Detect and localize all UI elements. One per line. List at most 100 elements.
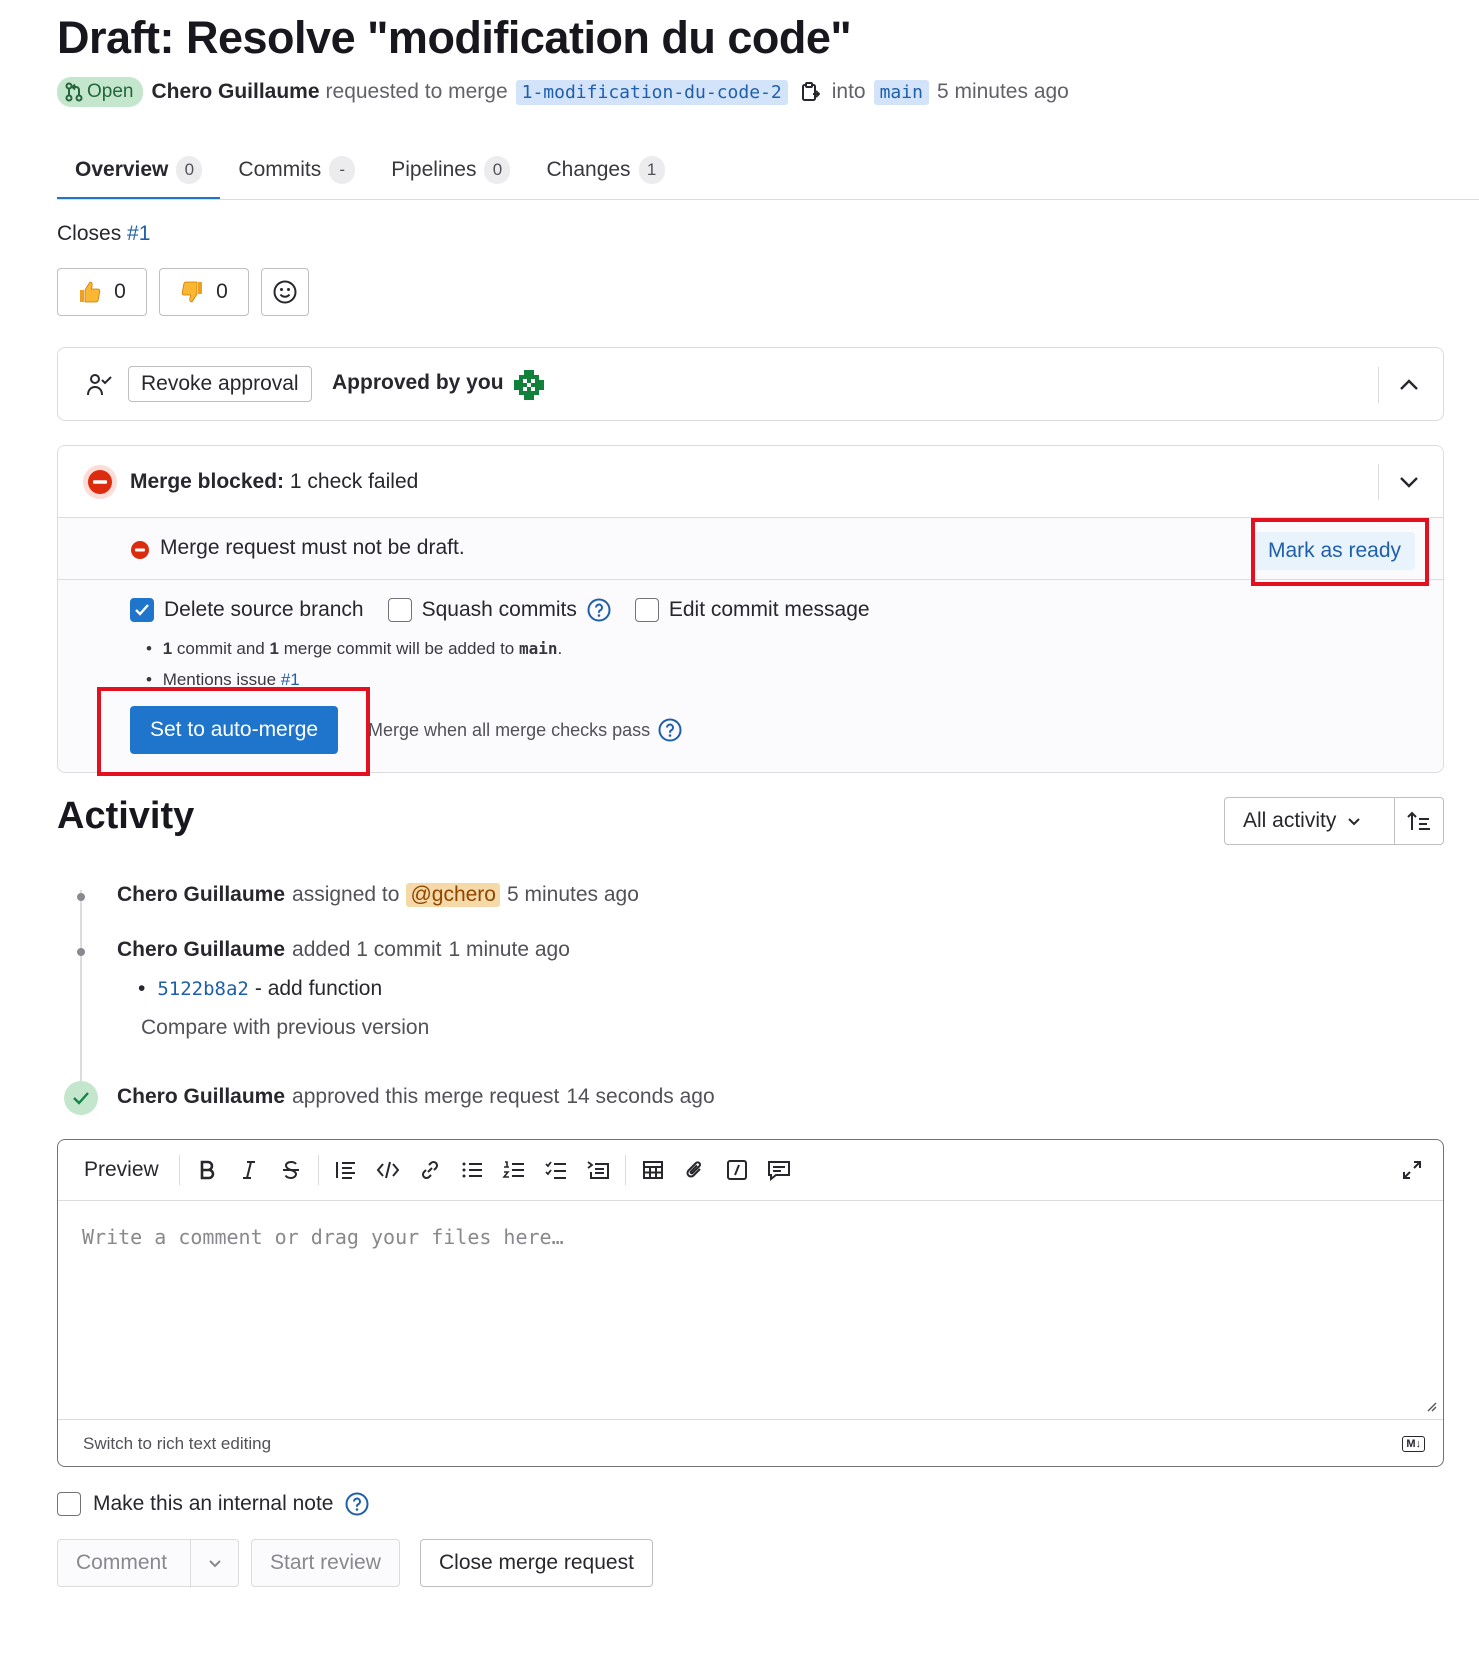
activity-heading: Activity — [57, 795, 195, 837]
user-mention[interactable]: @gchero — [406, 883, 500, 907]
thumbs-up-button[interactable]: 0 — [57, 268, 147, 316]
activity-time: 5 minutes ago — [506, 883, 639, 906]
internal-note-option[interactable]: Make this an internal note — [57, 1492, 369, 1516]
author-name[interactable]: Chero Guillaume — [151, 80, 319, 104]
compare-version-link[interactable]: Compare with previous version — [141, 1016, 429, 1040]
internal-note-checkbox[interactable] — [57, 1492, 81, 1516]
timeline-dot — [77, 893, 85, 901]
timeline-dot — [77, 948, 85, 956]
link-icon[interactable] — [409, 1150, 451, 1190]
tab-label: Overview — [75, 158, 169, 181]
merge-commit-count: 1 — [269, 639, 279, 658]
activity-text: assigned to — [292, 883, 400, 906]
thumbs-down-icon — [180, 280, 204, 304]
merge-options: Delete source branch Squash commits Edit… — [130, 598, 870, 622]
tab-overview[interactable]: Overview 0 — [57, 140, 221, 200]
chevron-up-icon[interactable] — [1395, 371, 1423, 399]
time-ago: 5 minutes ago — [936, 80, 1069, 103]
toolbar-divider — [178, 1155, 180, 1185]
code-icon[interactable] — [367, 1150, 409, 1190]
tab-count: 0 — [176, 156, 203, 184]
activity-controls: All activity — [1224, 797, 1444, 845]
activity-time: 1 minute ago — [448, 938, 570, 961]
page-title: Draft: Resolve "modification du code" — [57, 12, 852, 63]
merge-request-icon — [65, 82, 83, 102]
add-reaction-button[interactable] — [261, 268, 309, 316]
preview-button[interactable]: Preview — [84, 1158, 159, 1182]
strikethrough-icon[interactable] — [270, 1150, 312, 1190]
closes-label: Closes — [57, 222, 122, 245]
activity-filter-dropdown[interactable]: All activity — [1225, 798, 1395, 844]
delete-source-branch-checkbox[interactable] — [130, 598, 154, 622]
delete-source-branch-option[interactable]: Delete source branch — [130, 598, 364, 622]
activity-text: approved this merge request — [292, 1085, 560, 1108]
toolbar-divider — [624, 1155, 626, 1185]
italic-icon[interactable] — [228, 1150, 270, 1190]
tab-pipelines[interactable]: Pipelines 0 — [373, 140, 528, 200]
status-badge-label: Open — [87, 81, 134, 102]
commit-sha-link[interactable]: 5122b8a2 — [157, 978, 249, 1000]
activity-author[interactable]: Chero Guillaume — [117, 938, 285, 962]
tab-count: 1 — [638, 156, 665, 184]
task-list-icon[interactable] — [535, 1150, 577, 1190]
delete-source-branch-label: Delete source branch — [164, 598, 364, 621]
closes-issue-link[interactable]: #1 — [127, 222, 150, 245]
activity-item-approved: Chero Guillaume approved this merge requ… — [117, 1085, 715, 1109]
squash-commits-checkbox[interactable] — [387, 598, 412, 622]
collapsible-section-icon[interactable] — [577, 1150, 619, 1190]
comment-options-toggle[interactable] — [191, 1555, 238, 1571]
bullet-list-icon[interactable] — [451, 1150, 493, 1190]
toolbar-divider — [317, 1155, 319, 1185]
comment-textarea[interactable]: Write a comment or drag your files here… — [82, 1225, 564, 1249]
bold-icon[interactable] — [186, 1150, 228, 1190]
into-text: into — [831, 80, 866, 103]
timeline-line — [80, 890, 82, 1090]
check-failed-icon — [130, 540, 150, 560]
thumbs-down-button[interactable]: 0 — [159, 268, 249, 316]
numbered-list-icon[interactable] — [493, 1150, 535, 1190]
highlight-auto-merge — [97, 687, 370, 776]
merge-widget-header: Merge blocked: 1 check failed — [58, 446, 1443, 518]
squash-commits-option[interactable]: Squash commits — [387, 598, 611, 622]
squash-commits-label: Squash commits — [421, 598, 577, 621]
help-icon[interactable] — [587, 598, 611, 622]
divider — [1378, 464, 1379, 500]
editor-footer: Switch to rich text editing M↓ — [58, 1419, 1443, 1466]
comment-button[interactable]: Comment — [58, 1540, 191, 1586]
approver-avatar[interactable] — [510, 366, 548, 404]
close-merge-request-button[interactable]: Close merge request — [420, 1539, 653, 1587]
edit-commit-message-option[interactable]: Edit commit message — [634, 598, 870, 622]
comment-template-icon[interactable] — [758, 1150, 800, 1190]
commit-entry: • 5122b8a2 - add function — [138, 977, 382, 1001]
revoke-approval-button[interactable]: Revoke approval — [128, 366, 312, 402]
resize-handle-icon[interactable] — [1425, 1400, 1437, 1412]
activity-text: added 1 commit — [292, 938, 442, 961]
start-review-button[interactable]: Start review — [251, 1539, 400, 1587]
source-branch[interactable]: 1-modification-du-code-2 — [515, 79, 788, 105]
chevron-down-icon[interactable] — [1395, 468, 1423, 496]
thumbs-up-count: 0 — [114, 280, 126, 303]
target-branch[interactable]: main — [873, 79, 929, 105]
table-icon[interactable] — [632, 1150, 674, 1190]
approval-icon — [86, 371, 114, 399]
merge-status-text: Merge blocked: 1 check failed — [130, 470, 418, 494]
activity-author[interactable]: Chero Guillaume — [117, 883, 285, 907]
copy-branch-icon[interactable] — [800, 81, 820, 103]
help-icon[interactable] — [658, 718, 682, 742]
draft-check-message: Merge request must not be draft. — [160, 536, 465, 559]
quick-actions-icon[interactable] — [716, 1150, 758, 1190]
quote-icon[interactable] — [325, 1150, 367, 1190]
edit-commit-message-checkbox[interactable] — [634, 598, 659, 622]
attachment-icon[interactable] — [674, 1150, 716, 1190]
tab-changes[interactable]: Changes 1 — [528, 140, 682, 200]
help-icon[interactable] — [345, 1492, 369, 1516]
commit-count: 1 — [162, 639, 173, 658]
activity-author[interactable]: Chero Guillaume — [117, 1085, 285, 1109]
mr-meta: Open Chero Guillaume requested to merge … — [57, 76, 1069, 108]
merge-blocked-detail: 1 check failed — [289, 470, 419, 493]
fullscreen-icon[interactable] — [1391, 1150, 1433, 1190]
switch-rich-text-link[interactable]: Switch to rich text editing — [83, 1434, 271, 1454]
sort-order-button[interactable] — [1395, 798, 1443, 844]
tab-commits[interactable]: Commits - — [220, 140, 373, 200]
closes-issue: Closes #1 — [57, 222, 150, 246]
